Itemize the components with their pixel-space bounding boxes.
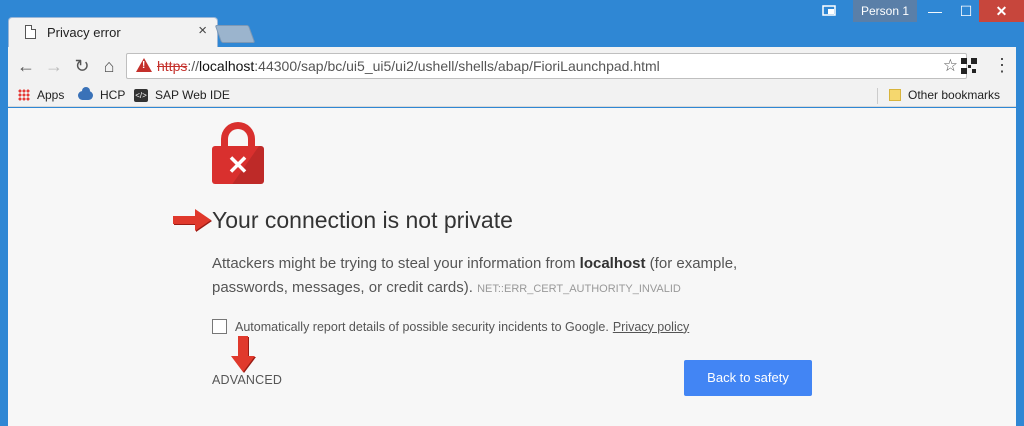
bookmark-label: SAP Web IDE xyxy=(155,88,230,102)
cloud-icon xyxy=(78,86,93,100)
bookmark-sap-web-ide[interactable]: </> SAP Web IDE xyxy=(134,88,230,102)
annotation-arrow-down-icon xyxy=(231,336,256,373)
tab-privacy-error[interactable]: Privacy error × xyxy=(8,17,218,47)
url-path: :44300/sap/bc/ui5_ui5/ui2/ushell/shells/… xyxy=(254,58,660,74)
page-title: Your connection is not private xyxy=(212,207,513,233)
not-secure-warning-icon[interactable] xyxy=(136,58,152,72)
apps-grid-icon xyxy=(18,89,30,101)
lock-x-mark: ✕ xyxy=(227,150,249,180)
browser-window: Privacy error × Person 1 — ☐ ✕ ← → ↻ ⌂ h… xyxy=(0,0,1024,426)
url-text[interactable]: https://localhost:44300/sap/bc/ui5_ui5/u… xyxy=(157,58,660,74)
url-scheme: https xyxy=(157,58,188,74)
other-bookmarks[interactable]: Other bookmarks xyxy=(889,88,1000,102)
bookmarks-separator xyxy=(877,88,878,104)
desc-host: localhost xyxy=(579,255,646,272)
back-to-safety-button[interactable]: Back to safety xyxy=(684,360,812,396)
desc-text-before: Attackers might be trying to steal your … xyxy=(212,255,580,272)
report-checkbox[interactable] xyxy=(212,319,227,334)
forward-button[interactable]: → xyxy=(42,54,66,78)
report-option: Automatically report details of possible… xyxy=(212,319,689,334)
qr-code-extension-icon[interactable] xyxy=(961,58,977,74)
profile-button[interactable]: Person 1 xyxy=(853,0,917,22)
tab-close-button[interactable]: × xyxy=(198,22,207,39)
folder-icon xyxy=(889,89,901,101)
bookmark-hcp[interactable]: HCP xyxy=(78,86,126,102)
bookmarks-bar: Apps HCP </> SAP Web IDE Other bookmarks xyxy=(8,85,1016,107)
toolbar: ← → ↻ ⌂ https://localhost:44300/sap/bc/u… xyxy=(8,47,1016,85)
url-separator: :// xyxy=(187,58,200,74)
error-description: Attackers might be trying to steal your … xyxy=(212,252,772,301)
bookmark-apps[interactable]: Apps xyxy=(18,88,64,102)
red-lock-icon: ✕ xyxy=(212,122,264,184)
bookmark-label: HCP xyxy=(100,88,126,102)
reload-button[interactable]: ↻ xyxy=(70,54,94,78)
page-icon xyxy=(25,25,36,39)
report-label: Automatically report details of possible… xyxy=(235,319,609,334)
close-window-button[interactable]: ✕ xyxy=(979,0,1024,22)
bookmark-label: Apps xyxy=(37,88,65,102)
interstitial-page: ✕ Your connection is not private Attacke… xyxy=(8,108,1016,426)
advanced-link[interactable]: ADVANCED xyxy=(212,373,282,387)
maximize-button[interactable]: ☐ xyxy=(952,0,980,22)
address-bar[interactable]: https://localhost:44300/sap/bc/ui5_ui5/u… xyxy=(126,53,967,79)
back-button[interactable]: ← xyxy=(14,54,38,78)
minimize-button[interactable]: — xyxy=(921,0,949,22)
url-host: localhost xyxy=(199,58,255,74)
window-switch-icon[interactable] xyxy=(822,5,838,17)
chrome-menu-button[interactable]: ⋮ xyxy=(993,53,1011,77)
home-button[interactable]: ⌂ xyxy=(97,54,121,78)
error-code[interactable]: NET::ERR_CERT_AUTHORITY_INVALID xyxy=(477,283,681,295)
tab-title: Privacy error xyxy=(47,25,121,40)
other-bookmarks-label: Other bookmarks xyxy=(908,88,1001,102)
privacy-policy-link[interactable]: Privacy policy xyxy=(613,320,689,334)
new-tab-button[interactable] xyxy=(214,25,256,43)
web-ide-icon: </> xyxy=(134,88,148,102)
annotation-arrow-right-icon xyxy=(173,209,212,232)
bookmark-star-icon[interactable]: ☆ xyxy=(943,56,958,76)
